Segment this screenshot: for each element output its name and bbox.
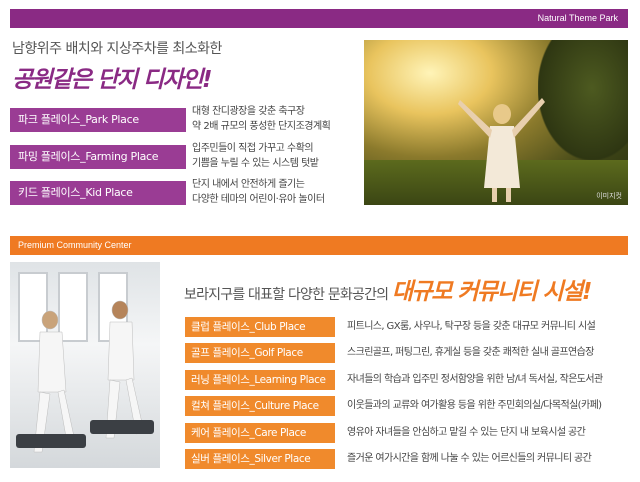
desc-line: 입주민들이 직접 가꾸고 수확의: [192, 143, 314, 154]
community-tag: 케어 플레이스_Care Place: [185, 423, 335, 443]
place-tag: 파밍 플레이스_Farming Place: [10, 145, 186, 169]
community-description: 영유아 자녀들을 안심하고 맡길 수 있는 단지 내 보육시설 공간: [347, 427, 586, 438]
community-description: 피트니스, GX룸, 사우나, 탁구장 등을 갖춘 대규모 커뮤니티 시설: [347, 321, 596, 332]
desc-line: 다양한 테마의 어린이·유아 놀이터: [192, 194, 325, 205]
photo-caption: 이미지컷: [596, 192, 622, 200]
banner-label: Premium Community Center: [18, 240, 132, 250]
place-description: 대형 잔디광장을 갖춘 축구장 약 2배 규모의 풍성한 단지조경계획: [192, 104, 362, 134]
place-tag: 파크 플레이스_Park Place: [10, 108, 186, 132]
community-tag: 클럽 플레이스_Club Place: [185, 317, 335, 337]
community-description: 스크린골프, 퍼팅그린, 휴게실 등을 갖춘 쾌적한 실내 골프연습장: [347, 347, 594, 358]
banner-label: Natural Theme Park: [537, 13, 618, 23]
desc-line: 대형 잔디광장을 갖춘 축구장: [192, 106, 305, 117]
park-photo: 이미지컷: [364, 40, 628, 205]
premium-community-center-banner: Premium Community Center: [10, 236, 628, 255]
community-tag: 컬쳐 플레이스_Culture Place: [185, 396, 335, 416]
treadmill-shape: [16, 434, 86, 448]
fitness-photo: [10, 262, 160, 468]
place-description: 단지 내에서 안전하게 즐기는 다양한 테마의 어린이·유아 놀이터: [192, 177, 362, 207]
community-tag: 실버 플레이스_Silver Place: [185, 449, 335, 469]
place-description: 입주민들이 직접 가꾸고 수확의 기쁨을 누릴 수 있는 시스템 텃밭: [192, 141, 362, 171]
community-tag: 골프 플레이스_Golf Place: [185, 343, 335, 363]
community-headline: 대규모 커뮤니티 시설!: [391, 279, 592, 305]
natural-theme-park-banner: Natural Theme Park: [10, 9, 628, 28]
desc-line: 약 2배 규모의 풍성한 단지조경계획: [192, 121, 331, 132]
child-figure-illustration: [458, 98, 545, 202]
community-heading: 보라지구를 대표할 다양한 문화공간의 대규모 커뮤니티 시설!: [184, 272, 592, 306]
community-lead-text: 보라지구를 대표할 다양한 문화공간의: [184, 287, 392, 303]
place-tag: 키드 플레이스_Kid Place: [10, 181, 186, 205]
desc-line: 단지 내에서 안전하게 즐기는: [192, 179, 305, 190]
desc-line: 기쁨을 누릴 수 있는 시스템 텃밭: [192, 158, 319, 169]
community-tag: 러닝 플레이스_Learning Place: [185, 370, 335, 390]
community-description: 이웃들과의 교류와 여가활용 등을 위한 주민회의실/다목적실(카페): [347, 400, 602, 411]
community-description: 자녀들의 학습과 입주민 정서함양을 위한 남/녀 독서실, 작은도서관: [347, 374, 603, 385]
park-headline: 공원같은 단지 디자인!: [12, 67, 212, 93]
park-intro-text: 남향위주 배치와 지상주차를 최소화한: [12, 41, 222, 57]
community-description: 즐거운 여가시간을 함께 나눌 수 있는 어르신들의 커뮤니티 공간: [347, 453, 592, 464]
treadmill-shape: [90, 420, 154, 434]
